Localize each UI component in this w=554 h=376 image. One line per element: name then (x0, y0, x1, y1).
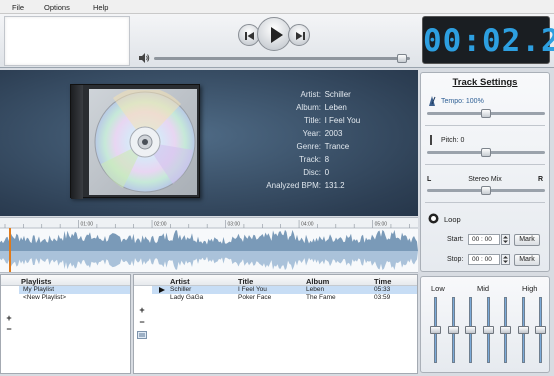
waveform[interactable]: 01:00 02:00 03:00 04:00 05:00 (0, 218, 418, 274)
playlist-item-new[interactable]: <New Playlist> (23, 294, 66, 301)
speaker-icon (139, 53, 150, 63)
playlists-panel: Playlists My Playlist <New Playlist> + − (0, 274, 131, 374)
playhead[interactable] (9, 228, 12, 272)
eq-low-label: Low (431, 284, 445, 293)
eq-mid-label: Mid (477, 284, 490, 293)
play-button[interactable] (257, 17, 291, 51)
tempo-thumb[interactable] (481, 109, 491, 118)
tempo-label: Tempo: 100% (441, 98, 484, 105)
volume-slider[interactable] (154, 57, 410, 60)
volume-thumb[interactable] (397, 54, 408, 63)
eq-high-label: High (522, 284, 538, 293)
eq-band-thumb[interactable] (517, 326, 529, 334)
metadata-label: Album: (296, 103, 321, 112)
metadata-label: Year: (302, 129, 321, 138)
metadata-value: 131.2 (324, 181, 345, 190)
now-playing-icon (159, 287, 165, 293)
waveform-panel[interactable]: 01:00 02:00 03:00 04:00 05:00 (0, 217, 418, 273)
loop-label: Loop (444, 215, 461, 224)
eq-band-thumb[interactable] (535, 326, 546, 334)
next-button[interactable] (288, 24, 310, 46)
metadata-value: 0 (324, 168, 330, 177)
timeline-tick-label: 04:00 (301, 222, 314, 228)
menu-options[interactable]: Options (44, 3, 70, 12)
eq-band-thumb[interactable] (430, 326, 441, 334)
metronome-icon (429, 96, 436, 106)
metadata-label: Analyzed BPM: (266, 181, 321, 190)
loop-start-mark-button[interactable]: Mark (514, 234, 540, 246)
playlist-item[interactable]: My Playlist (23, 286, 54, 293)
column-title[interactable]: Title (238, 277, 253, 286)
remove-playlist-button[interactable]: − (4, 324, 14, 334)
track-title: I Feel You (238, 286, 267, 293)
timeline-tick-label: 05:00 (375, 222, 388, 228)
metadata-label: Artist: (300, 90, 321, 99)
time-display: 00:02.29 (422, 16, 554, 64)
track-artist: Lady GaGa (170, 294, 204, 301)
cd-disc-icon (94, 90, 196, 193)
loop-toggle-icon[interactable] (428, 213, 439, 224)
playlist-options-icon[interactable] (137, 331, 147, 339)
menu-file[interactable]: File (12, 3, 24, 12)
metadata-value: 2003 (324, 129, 343, 138)
timeline-tick-label: 03:00 (228, 222, 241, 228)
track-time: 05:33 (374, 286, 391, 293)
menu-help[interactable]: Help (93, 3, 108, 12)
pitch-thumb[interactable] (481, 148, 491, 157)
metadata-label: Disc: (303, 168, 321, 177)
stereo-mix-thumb[interactable] (481, 186, 491, 195)
eq-band-thumb[interactable] (500, 326, 511, 334)
loop-stop-field[interactable]: 00 : 00 (468, 254, 500, 265)
eq-band-thumb[interactable] (465, 326, 476, 334)
add-playlist-button[interactable]: + (4, 313, 14, 323)
stereo-right-label: R (538, 176, 544, 183)
visualizer-box (4, 16, 130, 66)
loop-stop-mark-button[interactable]: Mark (514, 254, 540, 266)
metadata-value: Leben (324, 103, 347, 112)
metadata-value: I Feel You (324, 116, 361, 125)
loop-start-spinner-icon[interactable] (501, 234, 510, 245)
add-track-button[interactable]: + (137, 305, 147, 315)
album-art (70, 84, 200, 199)
track-title: Poker Face (238, 294, 272, 301)
play-icon (271, 27, 283, 43)
column-artist[interactable]: Artist (170, 277, 190, 286)
loop-stop-label: Stop: (447, 256, 464, 263)
pitch-icon (430, 135, 432, 145)
timeline-tick-label: 01:00 (81, 222, 94, 228)
eq-band-thumb[interactable] (447, 326, 459, 334)
loop-stop-spinner-icon[interactable] (501, 254, 510, 265)
pitch-label: Pitch: 0 (441, 137, 465, 144)
metadata-value: 8 (324, 155, 330, 164)
loop-start-field[interactable]: 00 : 00 (468, 234, 500, 245)
eq-band-thumb[interactable] (482, 326, 494, 334)
metadata-value: Trance (324, 142, 350, 151)
column-album[interactable]: Album (306, 277, 329, 286)
track-time: 03:59 (374, 294, 391, 301)
elapsed-time: 00:02.29 (423, 23, 554, 59)
track-album: Leben (306, 286, 325, 293)
menu-bar: File Options Help (0, 0, 554, 14)
playlists-header: Playlists (21, 277, 52, 286)
track-settings-title: Track Settings (452, 77, 518, 88)
equalizer-panel: Low Mid High (420, 276, 550, 373)
metadata-label: Genre: (296, 142, 321, 151)
metadata-label: Title: (303, 116, 321, 125)
timeline-tick-label: 02:00 (154, 222, 167, 228)
track-list-panel: Artist Title Album Time Schiller I Feel … (133, 274, 418, 374)
stereo-mix-label: Stereo Mix (468, 176, 502, 183)
remove-track-button[interactable]: − (137, 317, 147, 327)
column-time[interactable]: Time (374, 277, 391, 286)
loop-start-label: Start: (447, 236, 464, 243)
track-album: The Fame (306, 294, 336, 301)
next-icon (296, 32, 305, 40)
metadata-value: Schiller (324, 90, 351, 99)
metadata-label: Track: (299, 155, 321, 164)
track-artist: Schiller (170, 286, 192, 293)
track-settings-panel: Track Settings Tempo: 100% Pitch: 0 L St… (420, 72, 550, 272)
track-info-panel: Artist: Schiller Album: Leben Title: I Feel Y… (0, 70, 418, 216)
